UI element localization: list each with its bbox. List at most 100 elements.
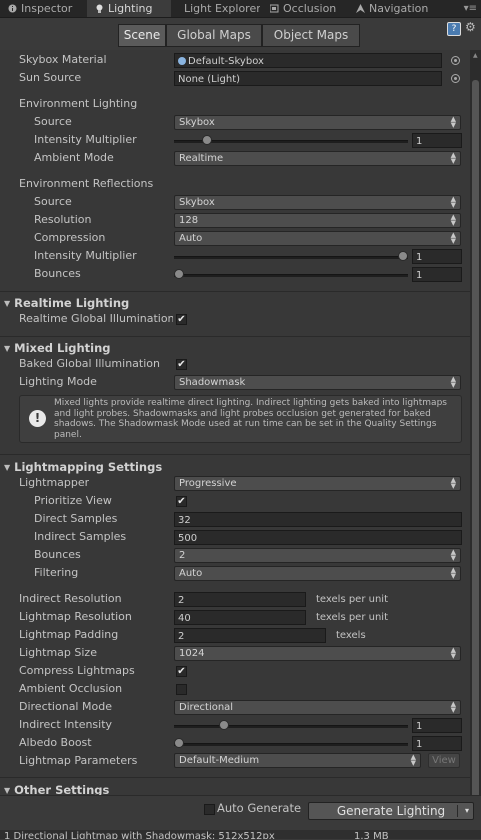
filtering-dropdown[interactable]: Auto ▲ ▼ [174,566,461,581]
section-divider [0,291,470,292]
object-picker-icon[interactable] [451,56,460,65]
refl-bounces-label: Bounces [34,267,81,280]
dropdown-arrows-icon: ▲ ▼ [450,548,456,562]
auto-generate-checkbox[interactable] [204,804,215,815]
skybox-material-field[interactable]: Default-Skybox [174,53,442,68]
env-source-dropdown[interactable]: Skybox ▲ ▼ [174,115,461,130]
refl-resolution-dropdown[interactable]: 128 ▲ ▼ [174,213,461,228]
lightmap-padding-label: Lightmap Padding [19,628,119,641]
tab-lighting[interactable]: Lighting [87,0,171,17]
refl-bounces-field[interactable]: 1 [412,267,462,282]
ambient-mode-value: Realtime [179,153,224,164]
albedo-boost-field[interactable]: 1 [412,736,462,751]
lightmapper-value: Progressive [179,478,237,489]
scroll-up-icon[interactable]: ▲ [473,52,478,59]
vertical-scrollbar[interactable]: ▲ [470,50,481,820]
dropdown-arrows-icon: ▲ ▼ [450,151,456,165]
subtab-scene[interactable]: Scene [118,24,166,47]
help-book-icon[interactable]: ? [447,22,461,36]
refl-resolution-value: 128 [179,215,199,226]
skybox-material-label: Skybox Material [19,53,107,66]
albedo-boost-slider[interactable] [174,736,408,751]
compress-lightmaps-label: Compress Lightmaps [19,664,135,677]
slider-thumb[interactable] [174,738,184,748]
lightmapper-label: Lightmapper [19,476,90,489]
tab-label: Lighting [108,2,153,15]
dropdown-arrows-icon: ▲ ▼ [450,115,456,129]
indirect-intensity-label: Indirect Intensity [19,718,113,731]
chevron-down-icon[interactable]: ▾ [465,803,469,819]
lm-bounces-dropdown[interactable]: 2 ▲ ▼ [174,548,461,563]
lightmapping-header[interactable]: ▼ Lightmapping Settings [0,458,481,476]
lightmap-padding-unit: texels [336,630,366,641]
refl-intensity-field[interactable]: 1 [412,249,462,264]
tab-occlusion[interactable]: Occlusion [262,0,346,17]
refl-compression-dropdown[interactable]: Auto ▲ ▼ [174,231,461,246]
indirect-resolution-field[interactable]: 2 [174,592,306,607]
directional-mode-dropdown[interactable]: Directional ▲ ▼ [174,700,461,715]
lightmap-size-dropdown[interactable]: 1024 ▲ ▼ [174,646,461,661]
refl-source-dropdown[interactable]: Skybox ▲ ▼ [174,195,461,210]
ambient-mode-label: Ambient Mode [34,151,114,164]
slider-thumb[interactable] [398,251,408,261]
indirect-samples-field[interactable]: 500 [174,530,462,545]
indirect-intensity-field[interactable]: 1 [412,718,462,733]
tab-inspector[interactable]: Inspector [0,0,84,17]
directional-mode-value: Directional [179,702,234,713]
button-split-divider [457,805,458,817]
prioritize-view-checkbox[interactable]: ✔ [176,496,187,507]
realtime-gi-checkbox[interactable]: ✔ [176,314,187,325]
other-settings-header[interactable]: ▼ Other Settings [0,781,481,795]
scrollbar-thumb[interactable] [472,80,479,820]
compress-lightmaps-checkbox[interactable]: ✔ [176,666,187,677]
indirect-intensity-slider[interactable] [174,718,408,733]
object-picker-icon[interactable] [451,74,460,83]
direct-samples-field[interactable]: 32 [174,512,462,527]
mixed-lighting-title: Mixed Lighting [14,341,111,355]
lightmap-parameters-value: Default-Medium [179,755,260,766]
indirect-resolution-unit: texels per unit [316,594,388,605]
generate-lighting-button[interactable]: Generate Lighting ▾ [308,802,474,820]
status-bar: 1 Directional Lightmap with Shadowmask: … [0,830,481,839]
sun-source-field[interactable]: None (Light) [174,71,442,86]
ambient-occlusion-checkbox[interactable] [176,684,187,695]
tab-menu-icon[interactable]: ▾≡ [464,3,477,14]
realtime-lighting-header[interactable]: ▼ Realtime Lighting [0,294,481,312]
tab-label: Occlusion [283,2,337,15]
lighting-mode-value: Shadowmask [179,377,246,388]
slider-thumb[interactable] [219,720,229,730]
ambient-mode-dropdown[interactable]: Realtime ▲ ▼ [174,151,461,166]
slider-thumb[interactable] [202,135,212,145]
navigation-icon [356,1,365,13]
dropdown-arrows-icon: ▲ ▼ [450,231,456,245]
sun-source-label: Sun Source [19,71,82,84]
refl-compression-label: Compression [34,231,106,244]
lighting-mode-dropdown[interactable]: Shadowmask ▲ ▼ [174,375,461,390]
ambient-occlusion-label: Ambient Occlusion [19,682,123,695]
lightmapper-dropdown[interactable]: Progressive ▲ ▼ [174,476,461,491]
subtab-object-maps[interactable]: Object Maps [262,24,360,47]
subtab-global-maps[interactable]: Global Maps [166,24,262,47]
dropdown-arrows-icon: ▲ ▼ [450,700,456,714]
settings-gear-icon[interactable]: ⚙ [465,20,476,34]
indirect-samples-label: Indirect Samples [34,530,127,543]
env-intensity-field[interactable]: 1 [412,133,462,148]
lightmap-status-text: 1 Directional Lightmap with Shadowmask: … [4,831,275,839]
tab-navigation[interactable]: Navigation [348,0,440,17]
mixed-lighting-header[interactable]: ▼ Mixed Lighting [0,339,481,357]
refl-intensity-slider[interactable] [174,249,408,264]
occlusion-icon [269,1,279,13]
lightmap-resolution-field[interactable]: 40 [174,610,306,625]
foldout-expanded-icon: ▼ [4,463,11,472]
tab-light-explorer[interactable]: Light Explorer [174,0,260,17]
lightmap-size-value: 1024 [179,648,205,659]
baked-gi-checkbox[interactable]: ✔ [176,359,187,370]
dropdown-arrows-icon: ▲ ▼ [450,195,456,209]
lightmap-padding-field[interactable]: 2 [174,628,326,643]
view-parameters-button[interactable]: View [428,753,460,768]
lightmap-parameters-dropdown[interactable]: Default-Medium ▲ ▼ [174,753,421,768]
slider-thumb[interactable] [174,269,184,279]
refl-bounces-slider[interactable] [174,267,408,282]
lighting-mode-label: Lighting Mode [19,375,97,388]
env-intensity-slider[interactable] [174,133,408,148]
